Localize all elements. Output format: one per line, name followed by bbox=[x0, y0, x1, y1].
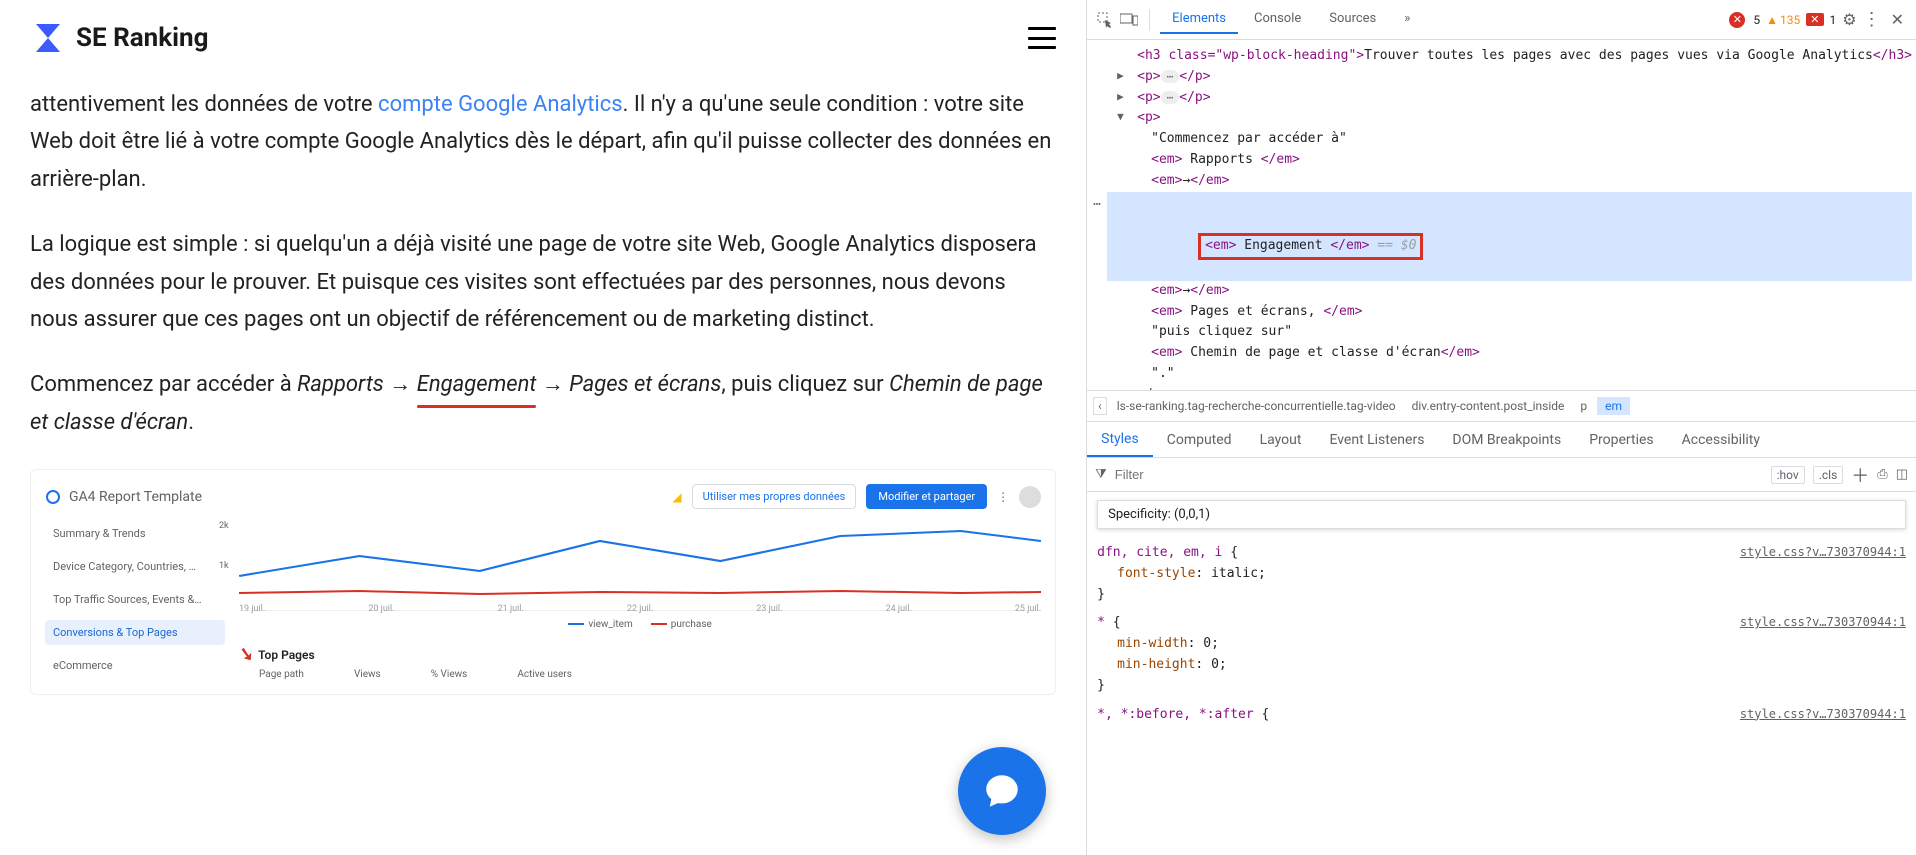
brand-name: SE Ranking bbox=[76, 23, 208, 53]
more-icon[interactable]: ⋮ bbox=[997, 490, 1009, 504]
filter-icon: ⧩ bbox=[1095, 467, 1107, 482]
table-header: Page pathViews% ViewsActive users bbox=[239, 669, 1041, 680]
tab-layout[interactable]: Layout bbox=[1246, 422, 1316, 457]
tab-accessibility[interactable]: Accessibility bbox=[1668, 422, 1774, 457]
tab-more[interactable]: » bbox=[1392, 5, 1422, 34]
brand-logo[interactable]: SE Ranking bbox=[30, 20, 208, 56]
hov-toggle[interactable]: :hov bbox=[1771, 466, 1805, 484]
devtools-toolbar: Elements Console Sources » ✕5 ▲135 ✕1 ⚙ … bbox=[1087, 0, 1916, 40]
tab-sources[interactable]: Sources bbox=[1317, 5, 1388, 34]
devtools-panel: Elements Console Sources » ✕5 ▲135 ✕1 ⚙ … bbox=[1087, 0, 1916, 855]
ga4-legend: view_item purchase bbox=[239, 619, 1041, 630]
tab-styles[interactable]: Styles bbox=[1087, 422, 1153, 457]
styles-filter-row: ⧩ :hov .cls ＋ ⎙ ◫ bbox=[1087, 458, 1916, 492]
dom-breadcrumb[interactable]: ‹ ls-se-ranking.tag-recherche-concurrent… bbox=[1087, 390, 1916, 422]
logo-icon bbox=[30, 20, 66, 56]
site-header: SE Ranking bbox=[0, 0, 1086, 86]
tab-event-listeners[interactable]: Event Listeners bbox=[1315, 422, 1438, 457]
styles-filter-input[interactable] bbox=[1115, 467, 1763, 482]
device-toggle-icon[interactable] bbox=[1119, 10, 1139, 30]
specificity-tooltip: Specificity: (0,0,1) bbox=[1097, 500, 1906, 529]
dom-tree[interactable]: <h3 class="wp-block-heading">Trouver tou… bbox=[1087, 40, 1916, 390]
ga4-logo-icon bbox=[45, 489, 61, 505]
tab-computed[interactable]: Computed bbox=[1153, 422, 1246, 457]
em-rapports: Rapports bbox=[297, 372, 384, 397]
arrow-annotation-icon: ➘ bbox=[237, 643, 256, 666]
page-content: SE Ranking attentivement les données de … bbox=[0, 0, 1087, 855]
cls-toggle[interactable]: .cls bbox=[1813, 466, 1844, 484]
ga4-report-card: GA4 Report Template ◢ Utiliser mes propr… bbox=[30, 469, 1056, 695]
spark-icon: ◢ bbox=[672, 490, 681, 504]
css-source-link[interactable]: style.css?v…730370944:1 bbox=[1740, 543, 1906, 562]
settings-icon[interactable]: ⚙ bbox=[1842, 10, 1856, 29]
top-pages-heading: ➘ Top Pages bbox=[239, 644, 1041, 665]
tab-elements[interactable]: Elements bbox=[1160, 5, 1238, 34]
tab-console[interactable]: Console bbox=[1242, 5, 1313, 34]
ga4-chart: 2k 1k 19 juil.20 juil.21 juil.22 juil.23… bbox=[239, 521, 1041, 611]
bc-selected[interactable]: em bbox=[1597, 397, 1630, 415]
chat-fab[interactable] bbox=[958, 747, 1046, 835]
kebab-icon[interactable]: ⋮ bbox=[1863, 9, 1881, 30]
sidebar-toggle-icon[interactable]: ◫ bbox=[1896, 467, 1908, 482]
ga4-side-item[interactable]: Top Traffic Sources, Events &… bbox=[45, 587, 225, 612]
paragraph-steps: Commencez par accéder à Rapports → Engag… bbox=[30, 366, 1056, 441]
ga4-side-item-active[interactable]: Conversions & Top Pages bbox=[45, 620, 225, 645]
styles-tabbar: Styles Computed Layout Event Listeners D… bbox=[1087, 422, 1916, 458]
chat-icon bbox=[981, 770, 1023, 812]
tab-properties[interactable]: Properties bbox=[1575, 422, 1667, 457]
ga4-side-item[interactable]: Device Category, Countries, … bbox=[45, 554, 225, 579]
ga4-side-item[interactable]: eCommerce bbox=[45, 653, 225, 678]
ga-link[interactable]: compte Google Analytics bbox=[378, 92, 623, 117]
error-badge-icon[interactable]: ✕ bbox=[1729, 12, 1745, 28]
em-engagement: Engagement bbox=[417, 366, 537, 403]
use-own-data-button[interactable]: Utiliser mes propres données bbox=[692, 484, 857, 509]
bc-scroll-left[interactable]: ‹ bbox=[1093, 397, 1107, 415]
warning-badge-icon[interactable]: ▲135 bbox=[1766, 13, 1800, 27]
styles-rules[interactable]: style.css?v…730370944:1 dfn, cite, em, i… bbox=[1087, 537, 1916, 731]
ga4-side-item[interactable]: Summary & Trends bbox=[45, 521, 225, 546]
avatar-icon[interactable] bbox=[1019, 486, 1041, 508]
tab-dom-breakpoints[interactable]: DOM Breakpoints bbox=[1438, 422, 1575, 457]
print-icon[interactable]: ⎙ bbox=[1877, 467, 1887, 482]
menu-icon[interactable] bbox=[1028, 27, 1056, 49]
close-icon[interactable]: ✕ bbox=[1887, 10, 1908, 29]
inspect-icon[interactable] bbox=[1095, 10, 1115, 30]
edit-share-button[interactable]: Modifier et partager bbox=[866, 484, 987, 509]
css-source-link[interactable]: style.css?v…730370944:1 bbox=[1740, 705, 1906, 724]
add-rule-icon[interactable]: ＋ bbox=[1851, 462, 1869, 488]
article-body: attentivement les données de votre compt… bbox=[0, 86, 1086, 441]
issue-badge-icon[interactable]: ✕ bbox=[1806, 13, 1823, 26]
ga4-title: GA4 Report Template bbox=[45, 489, 202, 505]
ga4-sidebar: Summary & Trends Device Category, Countr… bbox=[45, 521, 225, 680]
selected-dom-node[interactable]: ⋯ <em> Engagement </em> == $0 bbox=[1107, 192, 1912, 281]
em-pages-ecrans: Pages et écrans bbox=[569, 372, 721, 397]
css-source-link[interactable]: style.css?v…730370944:1 bbox=[1740, 613, 1906, 632]
paragraph: attentivement les données de votre compt… bbox=[30, 86, 1056, 198]
paragraph: La logique est simple : si quelqu'un a d… bbox=[30, 226, 1056, 338]
